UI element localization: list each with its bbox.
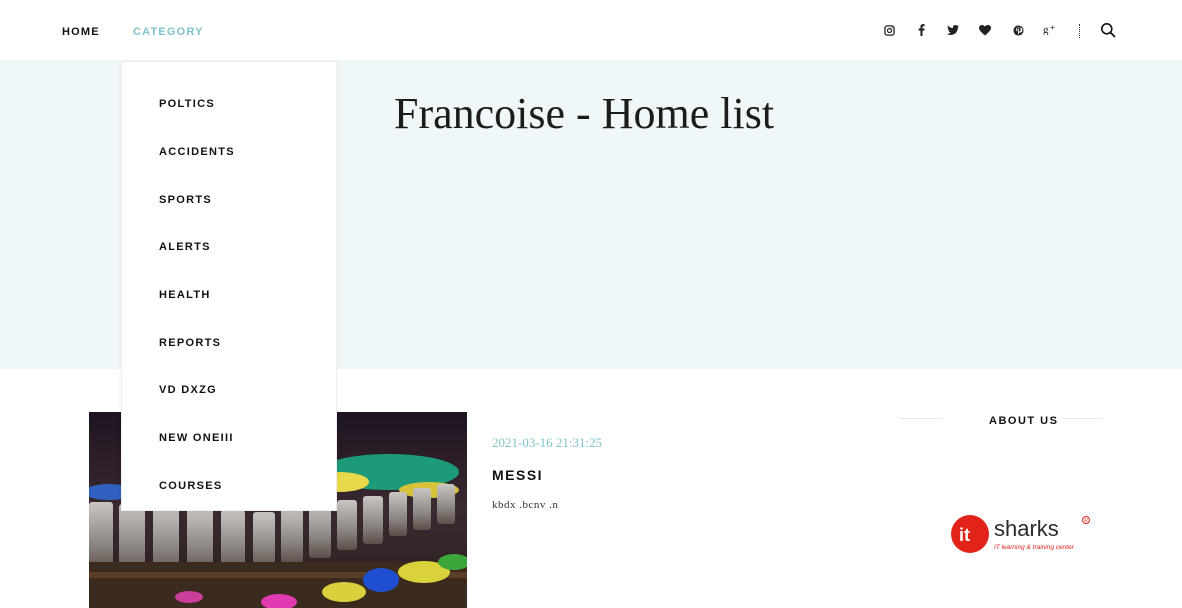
post-excerpt: kbdx .bcnv .n bbox=[492, 499, 559, 511]
svg-text:g: g bbox=[1043, 24, 1049, 35]
post-title-link[interactable]: MESSI bbox=[492, 467, 543, 483]
category-item-sports[interactable]: SPORTS bbox=[159, 194, 212, 206]
svg-text:IT learning & training center: IT learning & training center bbox=[994, 544, 1075, 551]
category-item-vd-dxzg[interactable]: VD DXZG bbox=[159, 384, 217, 396]
header-divider bbox=[1079, 24, 1080, 38]
itsharks-logo: it sharks R IT learning & training cente… bbox=[950, 512, 1096, 556]
nav-home-link[interactable]: HOME bbox=[62, 26, 100, 38]
google-plus-icon[interactable]: g + bbox=[1043, 21, 1057, 37]
category-dropdown-menu: POLTICS ACCIDENTS SPORTS ALERTS HEALTH R… bbox=[121, 61, 337, 511]
about-divider-left bbox=[900, 418, 942, 419]
page-title: Francoise - Home list bbox=[394, 89, 775, 138]
category-item-health[interactable]: HEALTH bbox=[159, 289, 211, 301]
category-item-alerts[interactable]: ALERTS bbox=[159, 241, 211, 253]
category-item-new-oneiii[interactable]: NEW ONEIII bbox=[159, 432, 234, 444]
twitter-icon[interactable] bbox=[946, 22, 960, 38]
post-date: 2021-03-16 21:31:25 bbox=[492, 435, 603, 450]
category-item-reports[interactable]: REPORTS bbox=[159, 337, 221, 349]
svg-text:sharks: sharks bbox=[994, 516, 1059, 541]
svg-text:it: it bbox=[959, 525, 970, 545]
category-item-poltics[interactable]: POLTICS bbox=[159, 98, 215, 110]
instagram-icon[interactable] bbox=[882, 22, 896, 38]
facebook-icon[interactable] bbox=[914, 22, 928, 38]
pinterest-icon[interactable] bbox=[1011, 22, 1025, 38]
about-divider-right bbox=[1062, 418, 1102, 419]
svg-text:R: R bbox=[1084, 518, 1088, 524]
search-icon[interactable] bbox=[1100, 22, 1116, 38]
category-item-courses[interactable]: COURSES bbox=[159, 480, 223, 492]
category-item-accidents[interactable]: ACCIDENTS bbox=[159, 146, 235, 158]
nav-category-link[interactable]: CATEGORY bbox=[133, 26, 204, 38]
about-us-heading: ABOUT US bbox=[989, 415, 1059, 427]
heart-icon[interactable] bbox=[978, 22, 992, 38]
top-navbar: HOME CATEGORY g + bbox=[0, 0, 1182, 60]
svg-text:+: + bbox=[1050, 23, 1055, 32]
